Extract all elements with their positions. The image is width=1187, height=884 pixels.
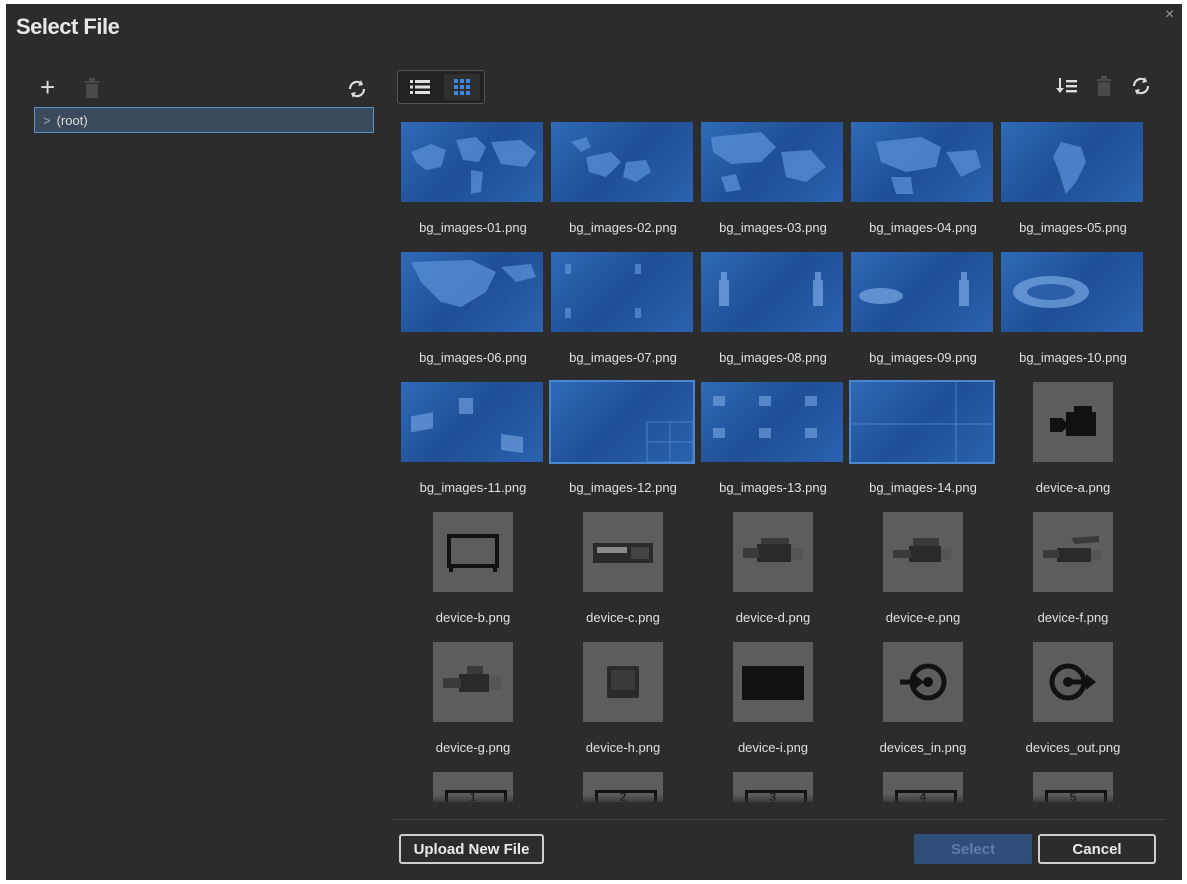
file-name: device-c.png [586, 610, 660, 625]
file-item[interactable]: device-h.png [549, 634, 697, 764]
file-name: device-f.png [1037, 610, 1109, 625]
footer-divider [391, 819, 1165, 820]
room-thumbnail [551, 252, 693, 332]
file-name: bg_images-01.png [419, 220, 527, 235]
file-item[interactable]: bg_images-12.png [549, 374, 697, 504]
file-name: bg_images-12.png [569, 480, 677, 495]
screens-thumbnail [401, 382, 543, 462]
file-name: device-h.png [585, 740, 661, 755]
file-item[interactable]: bg_images-02.png [549, 114, 697, 244]
recorder-icon [583, 512, 663, 592]
close-icon[interactable]: × [1165, 6, 1174, 24]
stadium-tower-thumbnail [851, 252, 993, 332]
tree-item-label: (root) [56, 113, 88, 128]
file-name: device-g.png [435, 740, 511, 755]
refresh-tree-icon[interactable] [346, 77, 368, 103]
monitor-icon [433, 512, 513, 592]
file-item[interactable]: bg_images-01.png [399, 114, 547, 244]
file-name: device-d.png [735, 610, 811, 625]
south-america-map-thumbnail [1001, 122, 1143, 202]
file-name: bg_images-10.png [1019, 350, 1127, 365]
file-name: bg_images-13.png [719, 480, 827, 495]
upload-new-file-button[interactable]: Upload New File [399, 834, 544, 864]
asia-map-thumbnail [701, 122, 843, 202]
refresh-files-icon[interactable] [1130, 76, 1152, 101]
tree-item-root[interactable]: > (root) [34, 107, 374, 133]
file-name: bg_images-09.png [869, 350, 977, 365]
camcorder-icon [1033, 512, 1113, 592]
file-item[interactable]: bg_images-06.png [399, 244, 547, 374]
file-name: bg_images-03.png [719, 220, 827, 235]
file-item[interactable]: device-b.png [399, 504, 547, 634]
grid-bg-thumbnail [849, 380, 995, 464]
file-name: bg_images-08.png [719, 350, 827, 365]
file-item[interactable]: devices_in.png [849, 634, 997, 764]
file-item[interactable]: device-a.png [999, 374, 1147, 504]
file-item[interactable]: device-c.png [549, 504, 697, 634]
select-button[interactable]: Select [914, 834, 1032, 864]
input-icon [883, 642, 963, 722]
output-icon [1033, 642, 1113, 722]
file-item[interactable]: device-i.png [699, 634, 847, 764]
file-item[interactable]: bg_images-10.png [999, 244, 1147, 374]
world-map-thumbnail [401, 122, 543, 202]
file-item[interactable]: bg_images-04.png [849, 114, 997, 244]
file-name: bg_images-11.png [419, 480, 527, 495]
file-item[interactable]: devices_out.png [999, 634, 1147, 764]
cancel-button[interactable]: Cancel [1038, 834, 1156, 864]
select-file-dialog: Select File × + > (root) bg_images-01.pn… [6, 4, 1182, 880]
file-item[interactable]: bg_images-14.png [849, 374, 997, 504]
camera-icon [1033, 382, 1113, 462]
file-item[interactable]: device-g.png [399, 634, 547, 764]
chevron-right-icon[interactable]: > [43, 113, 51, 128]
camcorder-icon [433, 642, 513, 722]
file-item[interactable]: device-f.png [999, 504, 1147, 634]
file-name: bg_images-06.png [419, 350, 527, 365]
japan-map-thumbnail [551, 122, 693, 202]
file-name: device-i.png [737, 740, 809, 755]
file-name: bg_images-07.png [569, 350, 677, 365]
file-name: bg_images-04.png [869, 220, 977, 235]
file-name: device-a.png [1035, 480, 1111, 495]
camcorder-icon [883, 512, 963, 592]
file-name: bg_images-02.png [569, 220, 677, 235]
view-toggle [397, 70, 485, 104]
file-name: devices_in.png [879, 740, 967, 755]
file-item[interactable]: bg_images-11.png [399, 374, 547, 504]
file-item[interactable]: bg_images-09.png [849, 244, 997, 374]
file-item[interactable]: device-e.png [849, 504, 997, 634]
sort-icon[interactable] [1056, 76, 1078, 101]
file-item[interactable]: device-d.png [699, 504, 847, 634]
north-america-map-thumbnail [401, 252, 543, 332]
room-towers-thumbnail [701, 252, 843, 332]
file-item[interactable]: bg_images-08.png [699, 244, 847, 374]
dialog-title: Select File [16, 14, 120, 39]
file-name: bg_images-14.png [869, 480, 977, 495]
file-name: bg_images-05.png [1019, 220, 1127, 235]
scroll-fade [399, 794, 1159, 806]
list-view-icon[interactable] [402, 74, 438, 100]
file-grid: bg_images-01.png bg_images-02.png bg_ima… [399, 114, 1159, 802]
file-name: device-b.png [435, 610, 511, 625]
delete-folder-icon[interactable] [84, 76, 100, 102]
file-name: device-e.png [885, 610, 961, 625]
file-item[interactable]: bg_images-05.png [999, 114, 1147, 244]
delete-file-icon[interactable] [1096, 76, 1112, 101]
screens-many-thumbnail [701, 382, 843, 462]
europe-map-thumbnail [851, 122, 993, 202]
grid-bg-thumbnail [549, 380, 695, 464]
tv-icon [733, 642, 813, 722]
file-name: devices_out.png [1025, 740, 1121, 755]
camcorder-icon [733, 512, 813, 592]
grid-view-icon[interactable] [444, 74, 480, 100]
stadium-thumbnail [1001, 252, 1143, 332]
file-item[interactable]: bg_images-03.png [699, 114, 847, 244]
file-item[interactable]: bg_images-13.png [699, 374, 847, 504]
small-monitor-icon [583, 642, 663, 722]
file-item[interactable]: bg_images-07.png [549, 244, 697, 374]
add-folder-icon[interactable]: + [40, 74, 55, 100]
